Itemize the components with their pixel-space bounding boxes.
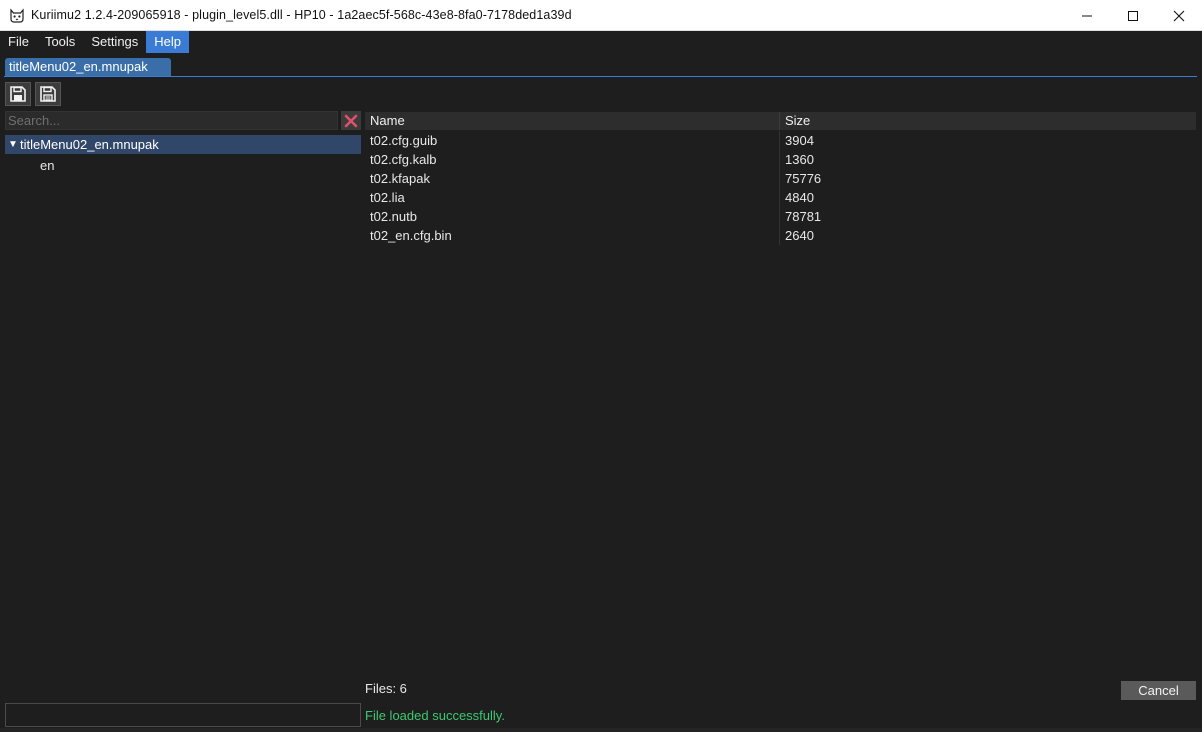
cancel-button[interactable]: Cancel — [1121, 681, 1196, 700]
close-button[interactable] — [1156, 0, 1202, 31]
table-row[interactable]: t02_en.cfg.bin 2640 — [365, 226, 1196, 245]
file-size-cell: 75776 — [785, 171, 822, 186]
file-name-cell: t02.cfg.kalb — [365, 150, 780, 169]
file-name-cell: t02.cfg.guib — [365, 131, 780, 150]
toolbar — [5, 82, 61, 106]
column-header-size[interactable]: Size — [780, 112, 1196, 130]
minimize-button[interactable] — [1064, 0, 1110, 31]
save-button[interactable] — [5, 82, 31, 106]
file-size-cell: 1360 — [785, 152, 814, 167]
expand-arrow-icon[interactable]: ▼ — [8, 139, 20, 150]
file-size-cell: 78781 — [785, 209, 822, 224]
title-bar: Kuriimu2 1.2.4-209065918 - plugin_level5… — [0, 0, 1202, 31]
table-row[interactable]: t02.cfg.kalb 1360 — [365, 150, 1196, 169]
status-message: File loaded successfully. — [365, 708, 505, 723]
file-size-cell: 3904 — [785, 133, 814, 148]
menu-help[interactable]: Help — [146, 31, 190, 53]
column-header-name[interactable]: Name — [365, 112, 780, 130]
maximize-icon — [1128, 10, 1138, 21]
tab-file[interactable]: titleMenu02_en.mnupak — [5, 58, 171, 76]
table-row[interactable]: t02.cfg.guib 3904 — [365, 131, 1196, 150]
file-name-cell: t02.nutb — [365, 207, 780, 226]
save-icon — [10, 86, 26, 102]
search-input[interactable] — [5, 111, 338, 130]
save-as-icon — [40, 86, 56, 102]
minimize-icon — [1082, 15, 1092, 16]
cat-face-icon — [9, 7, 25, 23]
file-name-cell: t02.lia — [365, 188, 780, 207]
table-header: Name Size — [365, 112, 1196, 130]
file-name-cell: t02.kfapak — [365, 169, 780, 188]
file-size-cell: 2640 — [785, 228, 814, 243]
table-row[interactable]: t02.kfapak 75776 — [365, 169, 1196, 188]
maximize-button[interactable] — [1110, 0, 1156, 31]
menu-settings[interactable]: Settings — [83, 31, 146, 53]
window-title: Kuriimu2 1.2.4-209065918 - plugin_level5… — [31, 8, 572, 22]
menu-tools[interactable]: Tools — [37, 31, 83, 53]
table-row[interactable]: t02.nutb 78781 — [365, 207, 1196, 226]
window-bottom-edge — [0, 728, 1202, 732]
progress-bar — [5, 703, 361, 727]
table-row[interactable]: t02.lia 4840 — [365, 188, 1196, 207]
tree-node-label: titleMenu02_en.mnupak — [20, 137, 159, 152]
tree-node-en[interactable]: en — [40, 157, 54, 174]
save-as-button[interactable] — [35, 82, 61, 106]
menu-bar: File Tools Settings Help — [0, 31, 1202, 53]
files-count-label: Files: 6 — [365, 681, 407, 696]
files-table: t02.cfg.guib 3904 t02.cfg.kalb 1360 t02.… — [365, 131, 1196, 245]
close-icon — [1173, 10, 1185, 21]
tab-strip: titleMenu02_en.mnupak — [4, 57, 1197, 77]
menu-file[interactable]: File — [0, 31, 37, 53]
close-x-icon — [344, 114, 358, 127]
clear-search-button[interactable] — [341, 111, 361, 130]
tree-node-root[interactable]: ▼ titleMenu02_en.mnupak — [5, 135, 361, 154]
file-name-cell: t02_en.cfg.bin — [365, 226, 780, 245]
file-size-cell: 4840 — [785, 190, 814, 205]
